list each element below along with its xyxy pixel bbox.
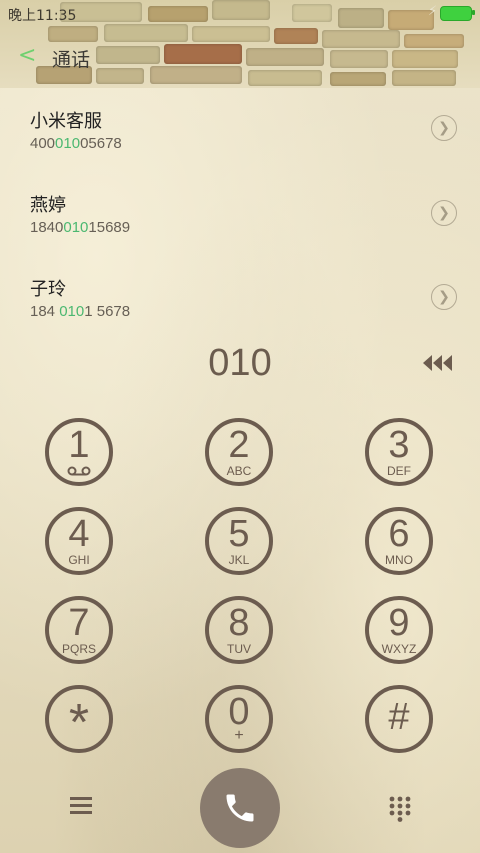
key-8[interactable]: 8 TUV — [205, 596, 273, 664]
key-letters: DEF — [387, 464, 411, 478]
number-match: 010 — [59, 303, 85, 320]
key-letters: GHI — [68, 553, 90, 567]
status-bar: 晚上11:35 ⚡ — [0, 0, 480, 28]
charging-icon: ⚡ — [428, 4, 438, 19]
contact-row[interactable]: 小米客服 40001005678 ❯ — [0, 107, 480, 191]
number-suffix: 05678 — [80, 135, 122, 152]
key-0[interactable]: 0 + — [205, 685, 273, 753]
call-button[interactable] — [200, 768, 280, 848]
key-digit: * — [68, 694, 90, 752]
number-match: 010 — [63, 219, 89, 236]
key-digit: 7 — [68, 602, 90, 644]
key-5[interactable]: 5 JKL — [205, 507, 273, 575]
contact-row[interactable]: 燕婷 184001015689 ❯ — [0, 191, 480, 275]
key-digit: 3 — [388, 424, 410, 466]
battery-tip — [472, 10, 475, 15]
key-letters: JKL — [228, 553, 250, 567]
menu-icon[interactable] — [70, 797, 92, 815]
key-hash[interactable]: # — [365, 685, 433, 753]
number-match: 010 — [55, 135, 81, 152]
key-3[interactable]: 3 DEF — [365, 418, 433, 486]
key-letters: TUV — [227, 642, 251, 656]
key-7[interactable]: 7 PQRS — [45, 596, 113, 664]
key-6[interactable]: 6 MNO — [365, 507, 433, 575]
dialpad-icon[interactable] — [389, 796, 411, 822]
key-letters: + — [234, 727, 244, 744]
contact-name: 燕婷 — [30, 195, 66, 216]
key-4[interactable]: 4 GHI — [45, 507, 113, 575]
number-prefix: 1840 — [30, 219, 64, 236]
dialed-number: 010 — [208, 342, 272, 384]
back-icon[interactable]: < — [18, 43, 36, 68]
number-prefix: 184 — [30, 303, 60, 320]
key-digit: # — [388, 696, 410, 738]
key-9[interactable]: 9 WXYZ — [365, 596, 433, 664]
contact-number: 184001015689 — [30, 219, 130, 236]
key-digit: 2 — [228, 424, 250, 466]
key-digit: 1 — [68, 424, 90, 466]
key-star[interactable]: * — [45, 685, 113, 753]
contact-number: 40001005678 — [30, 135, 122, 152]
contact-detail-chevron-icon[interactable]: ❯ — [431, 284, 457, 310]
top-nav: < 通话 — [0, 40, 480, 80]
contact-name: 小米客服 — [30, 111, 102, 132]
key-digit: 8 — [228, 602, 250, 644]
key-letters: WXYZ — [381, 642, 417, 656]
key-letters: MNO — [385, 553, 413, 567]
contact-name: 子玲 — [30, 279, 66, 300]
key-digit: 9 — [388, 602, 410, 644]
contact-detail-chevron-icon[interactable]: ❯ — [431, 200, 457, 226]
number-prefix: 400 — [30, 135, 56, 152]
contact-number: 184 0101 5678 — [30, 303, 130, 320]
contact-detail-chevron-icon[interactable]: ❯ — [431, 115, 457, 141]
number-suffix: 15689 — [88, 219, 131, 236]
key-letters: ABC — [226, 464, 252, 478]
key-digit: 6 — [388, 513, 410, 555]
key-digit: 0 — [228, 691, 250, 733]
key-1[interactable]: 1 — [45, 418, 113, 486]
battery-icon — [440, 6, 472, 21]
key-digit: 4 — [68, 513, 90, 555]
key-letters: PQRS — [61, 642, 96, 656]
page-title: 通话 — [52, 49, 91, 71]
key-digit: 5 — [228, 513, 250, 555]
number-suffix: 1 5678 — [84, 303, 131, 320]
backspace-icon[interactable] — [420, 352, 456, 374]
status-time: 晚上11:35 — [8, 8, 77, 24]
voicemail-icon — [67, 466, 91, 476]
key-2[interactable]: 2 ABC — [205, 418, 273, 486]
phone-icon — [226, 794, 254, 822]
